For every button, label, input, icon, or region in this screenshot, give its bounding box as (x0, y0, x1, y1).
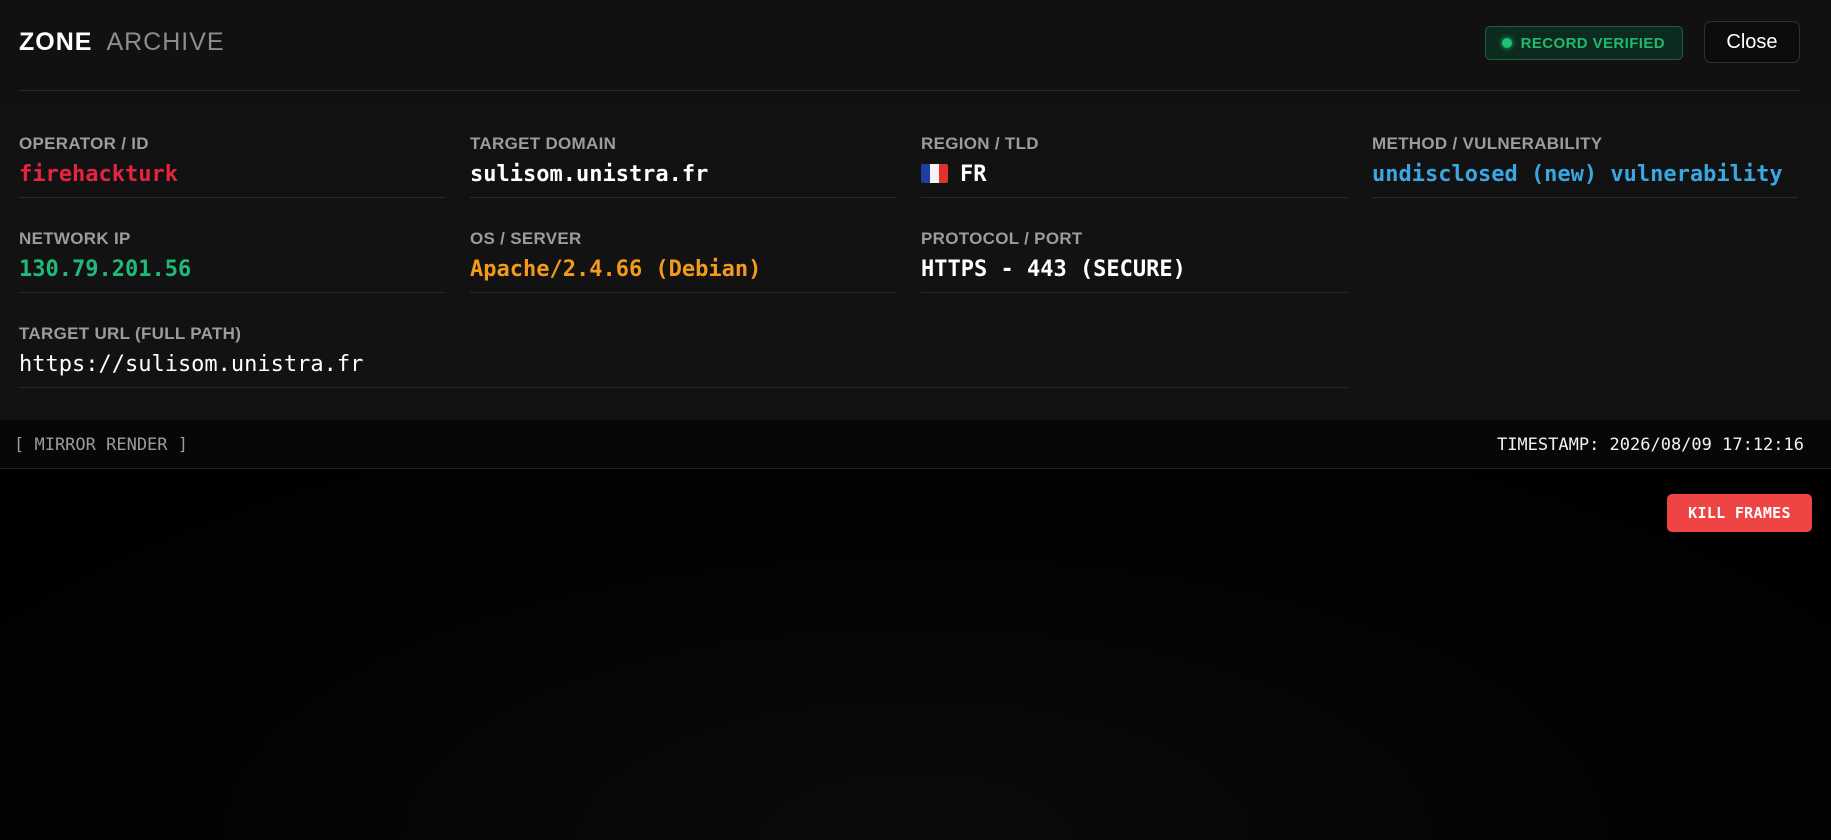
record-details-panel: ZONE ARCHIVE RECORD VERIFIED Close OPERAT… (0, 0, 1831, 420)
field-protocol: PROTOCOL / PORT HTTPS - 443 (SECURE) (921, 198, 1347, 293)
mirror-render-bar: [ MIRROR RENDER ] TIMESTAMP: 2026/08/09 … (0, 420, 1831, 469)
mirror-render-label: [ MIRROR RENDER ] (14, 435, 188, 455)
field-label: OPERATOR / ID (19, 134, 149, 153)
france-flag-icon (921, 164, 948, 183)
field-network-ip: NETWORK IP 130.79.201.56 (19, 198, 445, 293)
panel-header: ZONE ARCHIVE RECORD VERIFIED Close (19, 0, 1800, 91)
brand-secondary: ARCHIVE (106, 28, 225, 56)
field-label: TARGET URL (FULL PATH) (19, 324, 242, 343)
os-server-value: Apache/2.4.66 (Debian) (470, 257, 762, 282)
field-label: PROTOCOL / PORT (921, 229, 1083, 248)
record-verified-badge: RECORD VERIFIED (1484, 26, 1683, 60)
field-operator: OPERATOR / ID firehackturk (19, 103, 445, 198)
network-ip-value: 130.79.201.56 (19, 257, 192, 282)
region-value: FR (921, 162, 987, 187)
target-domain-value: sulisom.unistra.fr (470, 162, 709, 187)
brand-title: ZONE ARCHIVE (19, 27, 225, 57)
field-target-domain: TARGET DOMAIN sulisom.unistra.fr (470, 103, 896, 198)
region-code: FR (960, 162, 987, 187)
field-method: METHOD / VULNERABILITY undisclosed (new)… (1372, 103, 1798, 198)
status-badge-label: RECORD VERIFIED (1520, 34, 1665, 52)
field-label: REGION / TLD (921, 134, 1039, 153)
field-label: NETWORK IP (19, 229, 131, 248)
protocol-value: HTTPS - 443 (SECURE) (921, 257, 1186, 282)
timestamp: TIMESTAMP: 2026/08/09 17:12:16 (1496, 435, 1804, 455)
field-label: TARGET DOMAIN (470, 134, 617, 153)
field-region: REGION / TLD FR (921, 103, 1347, 198)
field-target-url: TARGET URL (FULL PATH) https://sulisom.u… (19, 293, 1347, 388)
field-label: METHOD / VULNERABILITY (1372, 134, 1603, 153)
close-button[interactable]: Close (1704, 21, 1800, 63)
field-label: OS / SERVER (470, 229, 582, 248)
kill-frames-button[interactable]: KILL FRAMES (1667, 494, 1812, 532)
brand-primary: ZONE (19, 28, 93, 56)
mirror-render-frame: KILL FRAMES (0, 469, 1831, 840)
method-value: undisclosed (new) vulnerability (1372, 162, 1783, 187)
field-os-server: OS / SERVER Apache/2.4.66 (Debian) (470, 198, 896, 293)
target-url-value[interactable]: https://sulisom.unistra.fr (19, 352, 363, 377)
status-dot-icon (1501, 38, 1512, 48)
operator-value: firehackturk (19, 162, 178, 187)
